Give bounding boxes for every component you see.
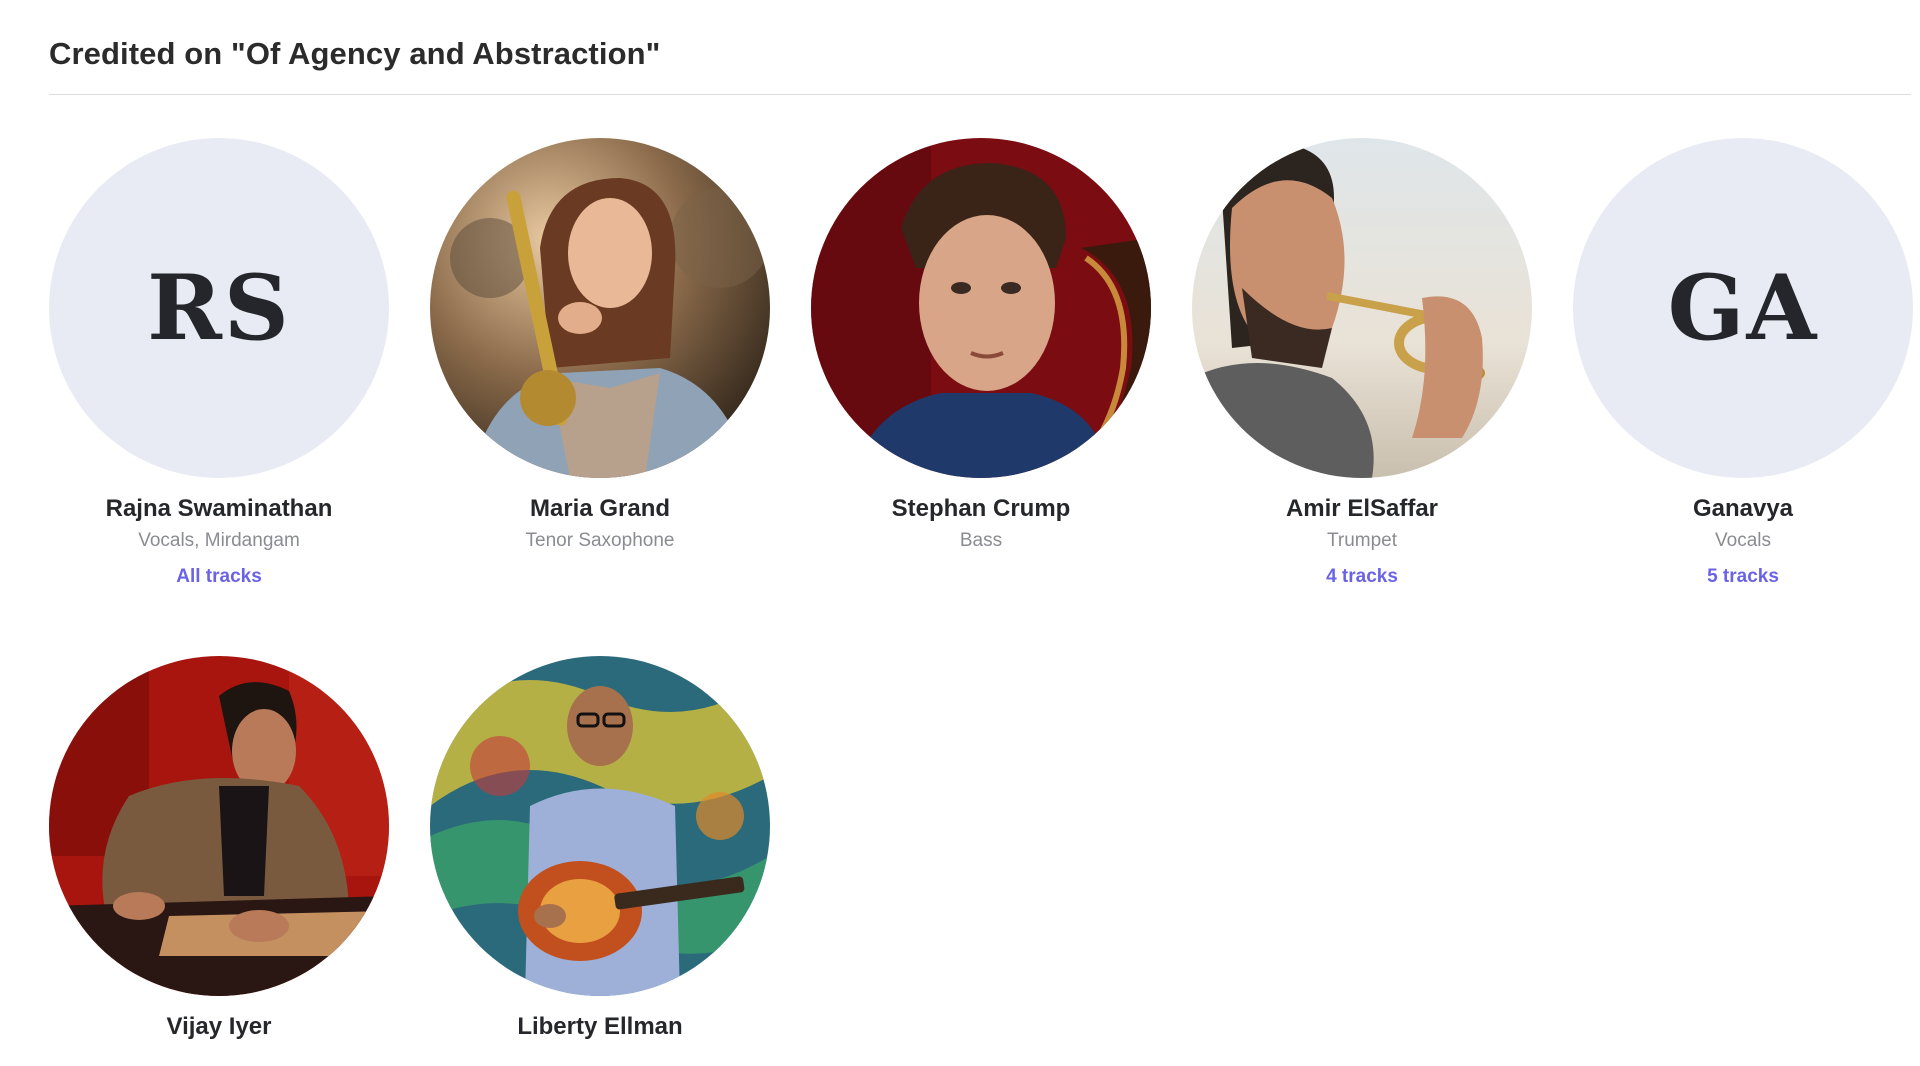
artist-name[interactable]: Liberty Ellman [430,1012,770,1042]
pianist-photo [49,656,389,996]
credit-card-vijay-iyer[interactable]: Vijay Iyer [49,656,389,1042]
artist-name[interactable]: Ganavya [1573,494,1913,524]
credit-card-amir-elsaffar[interactable]: Amir ElSaffar Trumpet 4 tracks [1192,138,1532,589]
avatar[interactable] [811,138,1151,478]
avatar[interactable]: RS [49,138,389,478]
saxophonist-photo [430,138,770,478]
artist-name[interactable]: Stephan Crump [811,494,1151,524]
avatar-initials: GA [1667,255,1819,361]
avatar[interactable] [49,656,389,996]
credit-card-liberty-ellman[interactable]: Liberty Ellman [430,656,770,1042]
avatar[interactable] [430,138,770,478]
artist-role: Trumpet [1326,530,1398,551]
artist-role: Tenor Saxophone [525,530,675,551]
section-divider [49,94,1911,95]
credits-page: Credited on "Of Agency and Abstraction" … [0,0,1920,1066]
section-title: Credited on "Of Agency and Abstraction" [49,36,661,71]
avatar[interactable]: GA [1573,138,1913,478]
trumpeter-photo [1192,138,1532,478]
artist-name[interactable]: Vijay Iyer [49,1012,389,1042]
credit-card-stephan-crump[interactable]: Stephan Crump Bass [811,138,1151,553]
artist-name[interactable]: Maria Grand [430,494,770,524]
guitarist-photo [430,656,770,996]
artist-name[interactable]: Rajna Swaminathan [49,494,389,524]
artist-name[interactable]: Amir ElSaffar [1192,494,1532,524]
avatar[interactable] [1192,138,1532,478]
tracks-link[interactable]: 4 tracks [1326,565,1398,589]
credit-card-rajna-swaminathan[interactable]: RS Rajna Swaminathan Vocals, Mirdangam A… [49,138,389,589]
credit-card-maria-grand[interactable]: Maria Grand Tenor Saxophone [430,138,770,553]
artist-role: Vocals [1715,530,1771,551]
tracks-link[interactable]: 5 tracks [1707,565,1779,589]
bassist-photo [811,138,1151,478]
avatar-initials: RS [147,255,291,361]
credit-card-ganavya[interactable]: GA Ganavya Vocals 5 tracks [1573,138,1913,589]
avatar[interactable] [430,656,770,996]
artist-role: Vocals, Mirdangam [138,530,300,551]
artist-role: Bass [959,530,1003,551]
tracks-link[interactable]: All tracks [176,565,262,589]
